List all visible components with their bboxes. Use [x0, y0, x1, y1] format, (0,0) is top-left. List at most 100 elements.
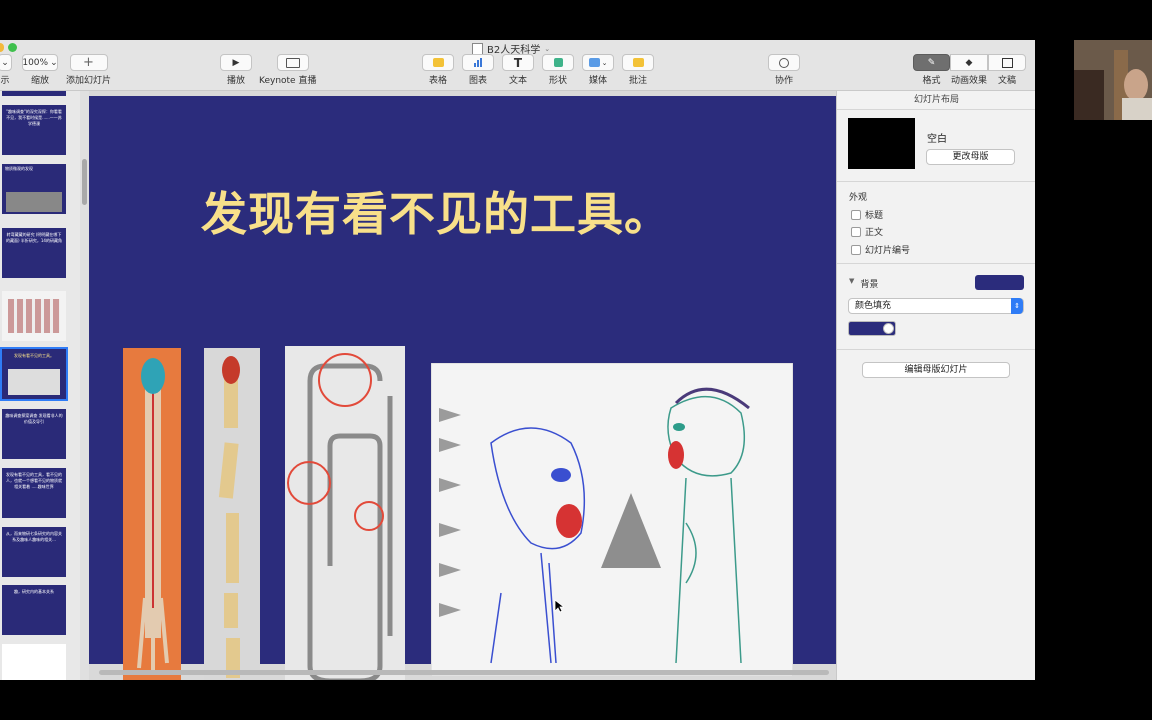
- navigator-scrollbar[interactable]: [80, 91, 89, 680]
- fill-type-value: 颜色填充: [855, 301, 892, 311]
- chart-button[interactable]: [462, 54, 494, 71]
- slide-thumbnail[interactable]: 转弯藏藏的研究 (明明藏在哪下的藏面) 半折研究，14的研藏角: [2, 228, 66, 278]
- media-control[interactable]: ⌄ 媒体: [582, 54, 614, 86]
- child-drawing-photo[interactable]: [431, 363, 793, 676]
- slide-thumbnail[interactable]: "趣味调查"的深究深探：你看看不见，我不看时候是......一一苏学德漫: [2, 105, 66, 155]
- paperclip-photo[interactable]: [285, 346, 405, 680]
- slide[interactable]: 发现有看不见的工具。: [89, 96, 836, 680]
- animate-label: 动画效果: [950, 76, 987, 86]
- zoom-button[interactable]: [8, 43, 17, 52]
- animate-control[interactable]: ◆ 动画效果: [950, 54, 988, 86]
- media-button[interactable]: ⌄: [582, 54, 614, 71]
- edit-master-button[interactable]: 编辑母版幻灯片: [862, 362, 1010, 378]
- text-control[interactable]: T 文本: [502, 54, 534, 86]
- checkbox[interactable]: [851, 209, 861, 220]
- body-checkbox[interactable]: 正文: [851, 225, 883, 238]
- master-preview[interactable]: [848, 118, 915, 169]
- keynote-live-control[interactable]: Keynote 直播: [259, 54, 316, 86]
- zoom-value: 100%: [22, 57, 49, 68]
- canvas-scrollbar[interactable]: [99, 670, 829, 675]
- table-icon: [432, 58, 444, 67]
- zoom-select[interactable]: 100% ⌄: [22, 54, 58, 71]
- color-wheel-icon[interactable]: [883, 323, 894, 334]
- zoom-control[interactable]: 100% ⌄ 缩放: [22, 54, 58, 86]
- chart-label: 图表: [468, 76, 487, 86]
- format-button[interactable]: ✎: [913, 54, 950, 71]
- chart-control[interactable]: 图表: [462, 54, 494, 86]
- body-checkbox-label: 正文: [865, 228, 884, 238]
- slide-thumbnail[interactable]: [2, 291, 66, 341]
- add-slide-button[interactable]: +: [69, 54, 108, 71]
- comment-control[interactable]: 批注: [622, 54, 654, 86]
- table-control[interactable]: 表格: [422, 54, 454, 86]
- slide-thumbnail[interactable]: 物质微观的发现: [2, 164, 66, 214]
- slide-thumbnail-selected[interactable]: 发现有看不见的工具。: [0, 347, 68, 401]
- chevron-down-icon: ⌄: [1, 57, 9, 68]
- thumbnail-text: 发现有看不见的工具，看不见的人，也就一个想看不见的物质就相关看着 .....趣味…: [6, 472, 62, 489]
- presenter-video: [1074, 40, 1152, 120]
- checkbox[interactable]: [851, 226, 861, 237]
- webcam-overlay: [1074, 40, 1152, 120]
- fill-type-select[interactable]: 颜色填充 ⇕: [848, 298, 1024, 314]
- background-section-toggle[interactable]: ▼ 背景: [849, 277, 878, 290]
- chevron-down-icon: ⌄: [50, 57, 58, 68]
- slide-title[interactable]: 发现有看不见的工具。: [201, 178, 671, 244]
- keynote-live-button[interactable]: [276, 54, 309, 71]
- format-inspector: 幻灯片布局 空白 更改母版 外观 标题 正文 幻灯片编号 ▼ 背景 颜色填充 ⇕…: [836, 91, 1035, 680]
- thumbnail-text: 发现有看不见的工具。: [14, 353, 54, 358]
- thumbnail-text: [2, 644, 66, 648]
- slide-number-checkbox-label: 幻灯片编号: [865, 246, 911, 256]
- animate-button[interactable]: ◆: [950, 54, 988, 71]
- add-slide-control[interactable]: + 添加幻灯片: [66, 54, 111, 86]
- slide-thumbnail[interactable]: 趣，研究内的基本关系: [2, 585, 66, 635]
- collaborate-button[interactable]: [768, 54, 800, 71]
- shape-control[interactable]: 形状: [542, 54, 574, 86]
- scrollbar-thumb[interactable]: [82, 159, 87, 205]
- checkbox[interactable]: [851, 244, 861, 255]
- title-checkbox[interactable]: 标题: [851, 208, 883, 221]
- disclosure-triangle-icon: ▼: [849, 277, 855, 285]
- shape-button[interactable]: [542, 54, 574, 71]
- document-control[interactable]: 文稿: [988, 54, 1026, 86]
- media-label: 媒体: [588, 76, 607, 86]
- chevron-down-icon[interactable]: ⌄: [544, 45, 550, 53]
- format-control[interactable]: ✎ 格式: [913, 54, 950, 86]
- toolbar: ⌄ 示 100% ⌄ 缩放 + 添加幻灯片 ▶ 播放 Keynote 直播 表格 …: [0, 54, 1035, 91]
- play-control[interactable]: ▶ 播放: [220, 54, 252, 86]
- broken-match-photo[interactable]: [204, 348, 260, 680]
- title-bar: B2人天科学 ⌄: [0, 40, 1035, 56]
- comment-button[interactable]: [622, 54, 654, 71]
- minimize-button[interactable]: [0, 43, 4, 52]
- diamond-icon: ◆: [965, 57, 973, 68]
- change-master-button[interactable]: 更改母版: [926, 149, 1015, 165]
- view-label: 示: [0, 76, 10, 86]
- master-name: 空白: [927, 134, 947, 145]
- document-button[interactable]: [988, 54, 1026, 71]
- slide-thumbnail[interactable]: [2, 644, 66, 680]
- match-photo[interactable]: [123, 348, 181, 680]
- document-label: 文稿: [997, 76, 1016, 86]
- collaborate-control[interactable]: 协作: [768, 54, 800, 86]
- table-button[interactable]: [422, 54, 454, 71]
- view-menu-button[interactable]: ⌄: [0, 54, 12, 71]
- view-control[interactable]: ⌄ 示: [0, 54, 12, 86]
- comment-label: 批注: [628, 76, 647, 86]
- slide-thumbnail[interactable]: [2, 91, 66, 96]
- background-color-swatch[interactable]: [975, 275, 1024, 290]
- chart-icon: [474, 58, 482, 67]
- window-controls: [0, 43, 17, 52]
- slide-thumbnail[interactable]: 发现有看不见的工具，看不见的人，也就一个想看不见的物质就相关看着 .....趣味…: [2, 468, 66, 518]
- shape-icon: [553, 58, 563, 67]
- slide-thumbnail[interactable]: 趣味调查探案调查 发现看非人的价值及导引: [2, 409, 66, 459]
- format-label: 格式: [922, 76, 941, 86]
- slide-number-checkbox[interactable]: 幻灯片编号: [851, 243, 910, 256]
- play-button[interactable]: ▶: [220, 54, 252, 71]
- keynote-live-label: Keynote 直播: [259, 76, 317, 86]
- play-label: 播放: [226, 76, 245, 86]
- thumbnail-text: "趣味调查"的深究深探：你看看不见，我不看时候是......一一苏学德漫: [6, 109, 62, 126]
- slide-thumbnail[interactable]: 从，而来物研七条研究的内容关系及趣味人趣味的相关...: [2, 527, 66, 577]
- play-icon: ▶: [232, 57, 240, 68]
- text-button[interactable]: T: [502, 54, 534, 71]
- fill-color-well[interactable]: [848, 321, 896, 336]
- comment-icon: [632, 58, 644, 67]
